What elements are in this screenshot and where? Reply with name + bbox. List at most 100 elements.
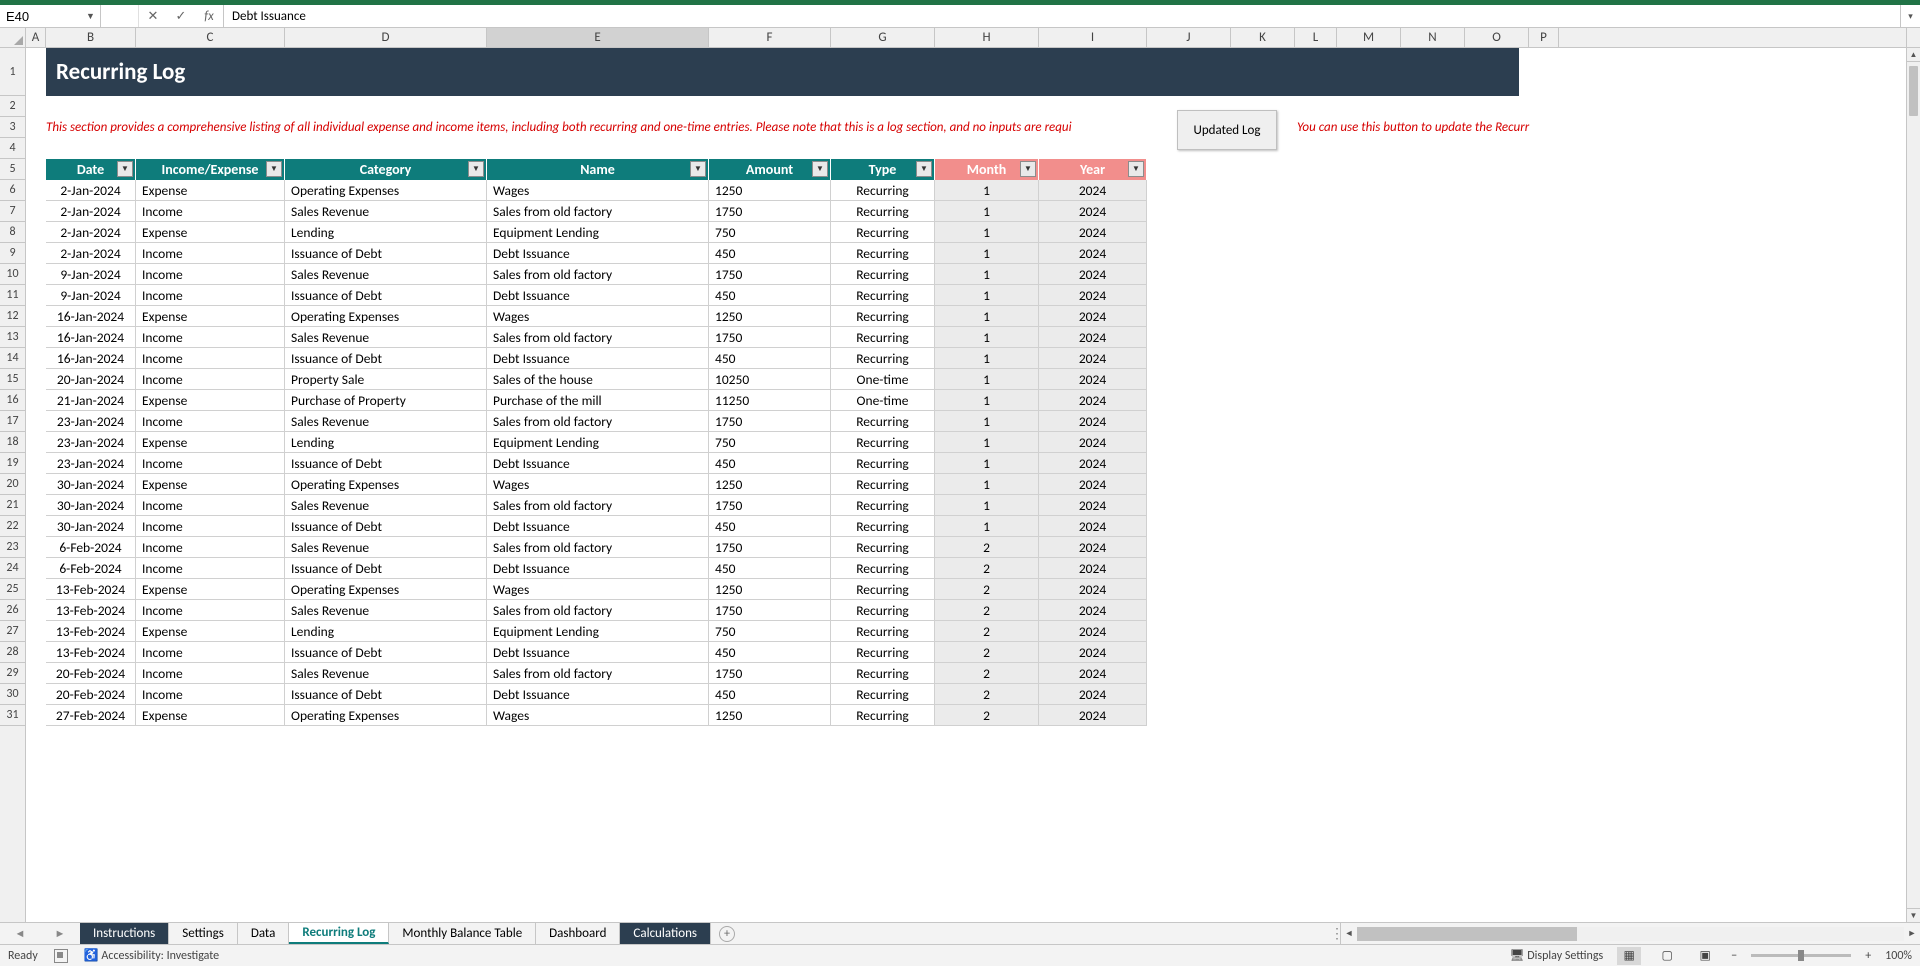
- cell-type[interactable]: Recurring: [831, 411, 935, 432]
- cell-m[interactable]: 2: [935, 558, 1039, 579]
- cell-ie[interactable]: Income: [136, 495, 285, 516]
- cell-cat[interactable]: Purchase of Property: [285, 390, 487, 411]
- cell-m[interactable]: 1: [935, 327, 1039, 348]
- cell-type[interactable]: One-time: [831, 390, 935, 411]
- row-header-17[interactable]: 17: [0, 411, 25, 432]
- cell-y[interactable]: 2024: [1039, 222, 1147, 243]
- zoom-out-icon[interactable]: −: [1731, 949, 1737, 963]
- cell-name[interactable]: Equipment Lending: [487, 621, 709, 642]
- column-header-D[interactable]: D: [285, 28, 487, 47]
- column-header-E[interactable]: E: [487, 28, 709, 47]
- column-header-G[interactable]: G: [831, 28, 935, 47]
- cell-y[interactable]: 2024: [1039, 663, 1147, 684]
- table-row[interactable]: 21-Jan-2024ExpensePurchase of PropertyPu…: [46, 390, 1147, 411]
- cell-m[interactable]: 1: [935, 243, 1039, 264]
- cell-name[interactable]: Wages: [487, 705, 709, 726]
- cell-ie[interactable]: Income: [136, 642, 285, 663]
- cell-y[interactable]: 2024: [1039, 705, 1147, 726]
- cell-m[interactable]: 1: [935, 411, 1039, 432]
- cell-cat[interactable]: Sales Revenue: [285, 264, 487, 285]
- cell-ie[interactable]: Income: [136, 684, 285, 705]
- column-header-L[interactable]: L: [1295, 28, 1337, 47]
- cell-amt[interactable]: 750: [709, 222, 831, 243]
- cell-amt[interactable]: 1250: [709, 306, 831, 327]
- cell-ie[interactable]: Income: [136, 516, 285, 537]
- cell-d[interactable]: 23-Jan-2024: [46, 411, 136, 432]
- sheet-tab-data[interactable]: Data: [238, 923, 290, 944]
- cell-d[interactable]: 2-Jan-2024: [46, 180, 136, 201]
- table-row[interactable]: 6-Feb-2024IncomeIssuance of DebtDebt Iss…: [46, 558, 1147, 579]
- cell-type[interactable]: Recurring: [831, 621, 935, 642]
- cell-ie[interactable]: Income: [136, 558, 285, 579]
- column-header-H[interactable]: H: [935, 28, 1039, 47]
- table-row[interactable]: 23-Jan-2024IncomeSales RevenueSales from…: [46, 411, 1147, 432]
- cell-cat[interactable]: Operating Expenses: [285, 306, 487, 327]
- scroll-left-icon[interactable]: ◄: [1341, 928, 1357, 939]
- table-row[interactable]: 2-Jan-2024ExpenseOperating ExpensesWages…: [46, 180, 1147, 201]
- cell-m[interactable]: 1: [935, 432, 1039, 453]
- table-row[interactable]: 16-Jan-2024IncomeIssuance of DebtDebt Is…: [46, 348, 1147, 369]
- cell-ie[interactable]: Income: [136, 369, 285, 390]
- cell-type[interactable]: Recurring: [831, 495, 935, 516]
- cell-amt[interactable]: 10250: [709, 369, 831, 390]
- cell-d[interactable]: 2-Jan-2024: [46, 243, 136, 264]
- cell-cat[interactable]: Issuance of Debt: [285, 285, 487, 306]
- cell-m[interactable]: 2: [935, 537, 1039, 558]
- cell-d[interactable]: 16-Jan-2024: [46, 327, 136, 348]
- add-sheet-icon[interactable]: +: [719, 926, 735, 942]
- row-header-12[interactable]: 12: [0, 306, 25, 327]
- cell-type[interactable]: Recurring: [831, 453, 935, 474]
- cell-cat[interactable]: Operating Expenses: [285, 705, 487, 726]
- cell-name[interactable]: Sales from old factory: [487, 600, 709, 621]
- cell-ie[interactable]: Income: [136, 348, 285, 369]
- accessibility-status[interactable]: ♿ Accessibility: Investigate: [84, 948, 219, 963]
- table-row[interactable]: 13-Feb-2024IncomeIssuance of DebtDebt Is…: [46, 642, 1147, 663]
- cell-cat[interactable]: Operating Expenses: [285, 180, 487, 201]
- cell-d[interactable]: 20-Feb-2024: [46, 663, 136, 684]
- column-header-B[interactable]: B: [46, 28, 136, 47]
- cell-cat[interactable]: Issuance of Debt: [285, 348, 487, 369]
- macro-record-icon[interactable]: [54, 949, 68, 963]
- cell-d[interactable]: 20-Feb-2024: [46, 684, 136, 705]
- cell-y[interactable]: 2024: [1039, 495, 1147, 516]
- filter-dropdown-icon[interactable]: ▼: [1128, 161, 1144, 177]
- table-row[interactable]: 16-Jan-2024IncomeSales RevenueSales from…: [46, 327, 1147, 348]
- zoom-in-icon[interactable]: +: [1865, 949, 1871, 963]
- select-all-corner[interactable]: [0, 28, 26, 47]
- cell-amt[interactable]: 450: [709, 243, 831, 264]
- scroll-up-icon[interactable]: ▲: [1907, 48, 1920, 62]
- cell-d[interactable]: 13-Feb-2024: [46, 579, 136, 600]
- table-row[interactable]: 30-Jan-2024IncomeIssuance of DebtDebt Is…: [46, 516, 1147, 537]
- cell-amt[interactable]: 450: [709, 348, 831, 369]
- cell-amt[interactable]: 1750: [709, 327, 831, 348]
- formula-expand-icon[interactable]: ▾: [1900, 5, 1920, 27]
- cell-type[interactable]: Recurring: [831, 516, 935, 537]
- table-header-income-expense[interactable]: Income/Expense▼: [136, 159, 285, 180]
- cell-amt[interactable]: 1750: [709, 537, 831, 558]
- cell-d[interactable]: 6-Feb-2024: [46, 537, 136, 558]
- name-box-dropdown-icon[interactable]: ▼: [83, 7, 98, 25]
- cell-y[interactable]: 2024: [1039, 453, 1147, 474]
- cell-name[interactable]: Sales from old factory: [487, 411, 709, 432]
- cell-m[interactable]: 2: [935, 621, 1039, 642]
- cell-type[interactable]: Recurring: [831, 579, 935, 600]
- column-header-K[interactable]: K: [1231, 28, 1295, 47]
- row-header-14[interactable]: 14: [0, 348, 25, 369]
- row-header-2[interactable]: 2: [0, 96, 25, 117]
- cell-cat[interactable]: Lending: [285, 621, 487, 642]
- table-row[interactable]: 20-Feb-2024IncomeSales RevenueSales from…: [46, 663, 1147, 684]
- cell-amt[interactable]: 450: [709, 453, 831, 474]
- cell-amt[interactable]: 1750: [709, 411, 831, 432]
- row-header-24[interactable]: 24: [0, 558, 25, 579]
- cell-type[interactable]: Recurring: [831, 705, 935, 726]
- table-row[interactable]: 23-Jan-2024ExpenseLendingEquipment Lendi…: [46, 432, 1147, 453]
- horizontal-scrollbar[interactable]: ◄ ►: [1340, 923, 1920, 944]
- column-header-A[interactable]: A: [26, 28, 46, 47]
- row-header-21[interactable]: 21: [0, 495, 25, 516]
- sheet-tab-dashboard[interactable]: Dashboard: [536, 923, 620, 944]
- cell-y[interactable]: 2024: [1039, 201, 1147, 222]
- cell-y[interactable]: 2024: [1039, 243, 1147, 264]
- cell-ie[interactable]: Expense: [136, 222, 285, 243]
- row-header-30[interactable]: 30: [0, 684, 25, 705]
- cell-ie[interactable]: Income: [136, 600, 285, 621]
